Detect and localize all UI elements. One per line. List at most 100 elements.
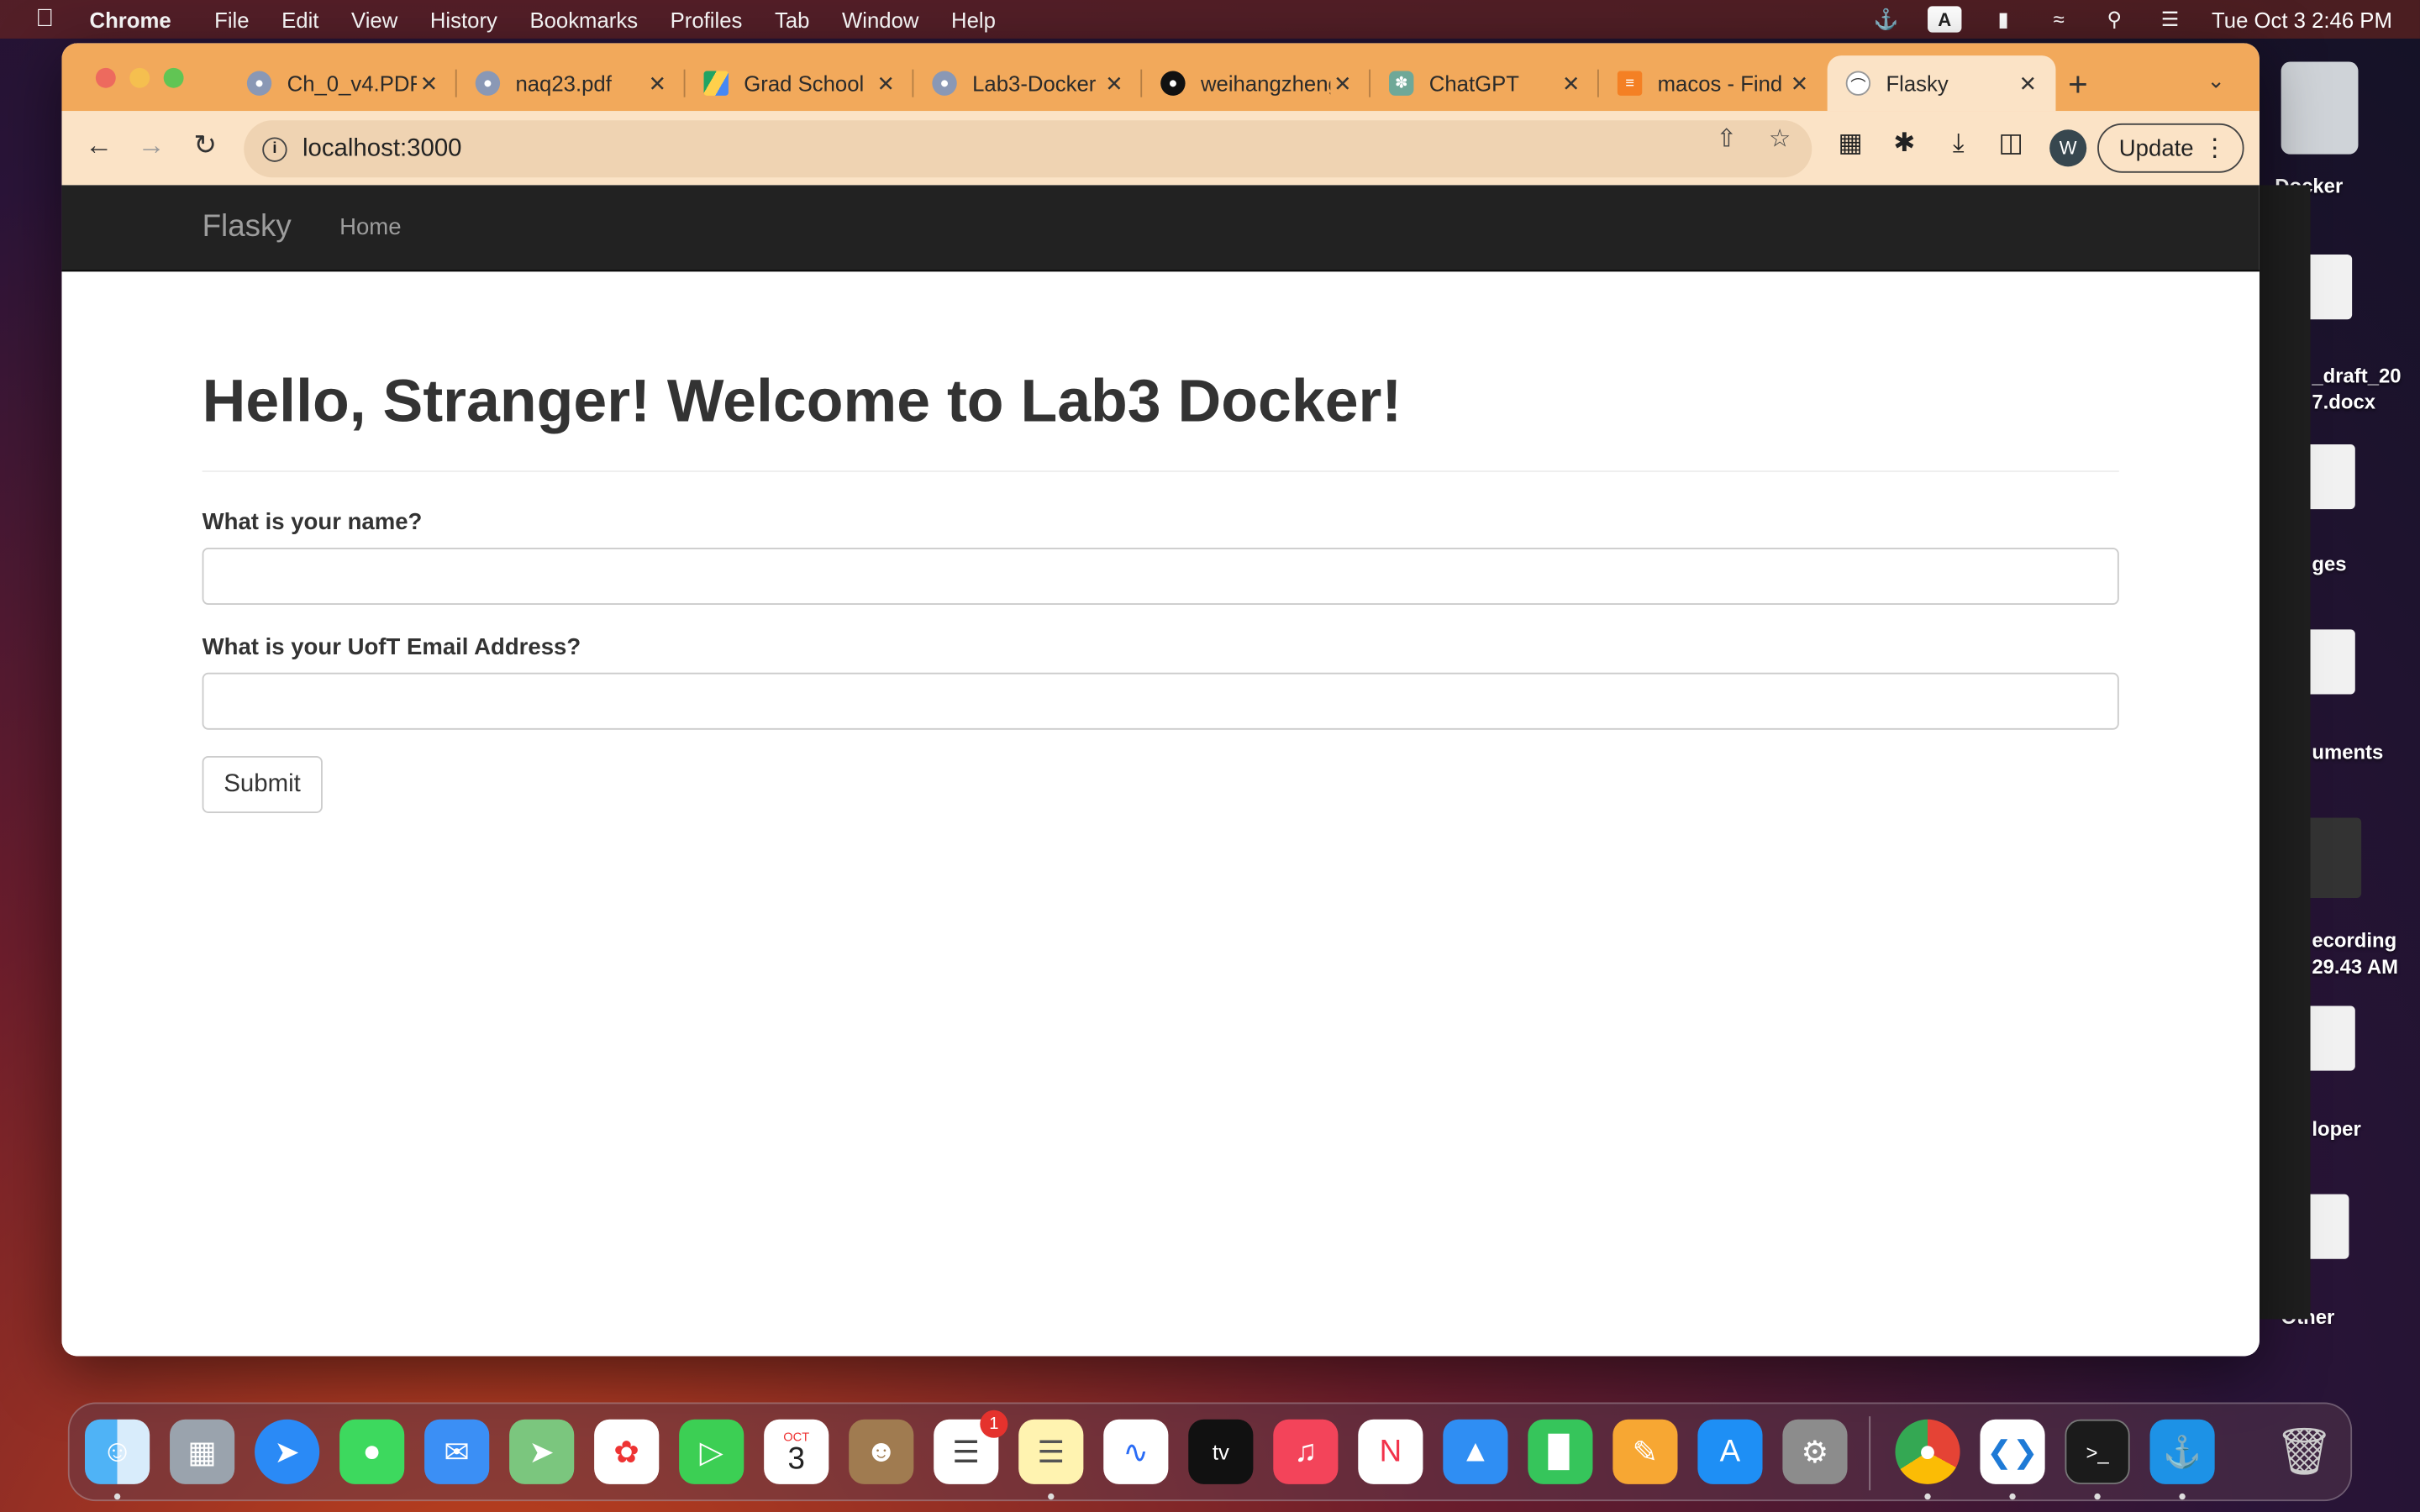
pages-icon[interactable]: ✎: [1612, 1419, 1678, 1484]
calendar-icon[interactable]: OCT 3: [764, 1419, 829, 1484]
reload-icon[interactable]: ↻: [187, 129, 224, 162]
desktop-label-developer[interactable]: loper: [2312, 1117, 2360, 1141]
close-tab-icon[interactable]: ✕: [645, 71, 670, 97]
news-icon[interactable]: N: [1358, 1419, 1423, 1484]
tab-github[interactable]: ● weihangzheng ✕: [1142, 55, 1370, 111]
site-info-icon[interactable]: i: [262, 136, 287, 161]
tab-title: Grad School: [744, 71, 865, 96]
trash-icon[interactable]: 🗑: [2272, 1420, 2337, 1484]
control-center-icon[interactable]: ☰: [2156, 7, 2184, 30]
terminal-icon[interactable]: >_: [2065, 1419, 2130, 1484]
messages-icon[interactable]: ●: [339, 1419, 405, 1484]
spotlight-search-icon[interactable]: ⚲: [2101, 7, 2128, 30]
wifi-icon[interactable]: ≈: [2045, 8, 2073, 31]
safari-icon[interactable]: ➤: [255, 1419, 320, 1484]
menu-help[interactable]: Help: [951, 7, 996, 31]
reminders-icon[interactable]: ☰ 1: [934, 1410, 1008, 1484]
app-store-icon[interactable]: A: [1697, 1419, 1763, 1484]
mail-icon[interactable]: ✉: [424, 1419, 490, 1484]
desktop-label-recording-time[interactable]: 29.43 AM: [2312, 955, 2398, 979]
close-tab-icon[interactable]: ✕: [874, 71, 898, 97]
close-tab-icon[interactable]: ✕: [2016, 71, 2040, 97]
extension-icon[interactable]: ▦: [1833, 128, 1867, 159]
desktop-label-images[interactable]: ges: [2312, 553, 2346, 576]
back-arrow-icon[interactable]: ←: [81, 129, 118, 162]
close-tab-icon[interactable]: ✕: [1559, 71, 1583, 97]
tab-search-chevron-icon[interactable]: ⌄: [2207, 68, 2225, 94]
vscode-icon[interactable]: ❮❯: [1980, 1419, 2045, 1484]
update-button[interactable]: Update ⋮: [2097, 123, 2244, 173]
desktop-label-draft[interactable]: _draft_20: [2312, 364, 2401, 387]
nav-home-link[interactable]: Home: [339, 214, 401, 240]
keynote-icon[interactable]: ▲: [1443, 1419, 1508, 1484]
input-source-icon[interactable]: A: [1928, 6, 1962, 33]
menu-tab[interactable]: Tab: [775, 7, 809, 31]
name-input[interactable]: [202, 547, 2119, 605]
desktop-documents-icon[interactable]: [2302, 629, 2355, 695]
maps-icon[interactable]: ➤: [509, 1419, 575, 1484]
tab-ch0[interactable]: ● Ch_0_v4.PDF ✕: [229, 55, 457, 111]
docker-status-icon[interactable]: ⚓: [1872, 7, 1900, 30]
url-text[interactable]: localhost:3000: [302, 135, 462, 163]
tab-chatgpt[interactable]: ✽ ChatGPT ✕: [1370, 55, 1599, 111]
bookmark-star-icon[interactable]: ☆: [1769, 123, 1791, 155]
facetime-icon[interactable]: ▷: [679, 1419, 744, 1484]
menu-window[interactable]: Window: [842, 7, 918, 31]
chrome-icon[interactable]: ●: [1895, 1419, 1960, 1484]
menu-edit[interactable]: Edit: [281, 7, 318, 31]
tab-grad-school[interactable]: Grad School ✕: [685, 55, 914, 111]
desktop-drive-icon[interactable]: [2281, 61, 2359, 155]
tab-lab3-docker[interactable]: ● Lab3-Docker ✕: [913, 55, 1143, 111]
close-tab-icon[interactable]: ✕: [1102, 71, 1126, 97]
contacts-icon[interactable]: ☻: [849, 1419, 914, 1484]
freeform-icon[interactable]: ∿: [1103, 1419, 1169, 1484]
menu-history[interactable]: History: [430, 7, 497, 31]
desktop-label-docx[interactable]: 7.docx: [2312, 391, 2375, 414]
email-input[interactable]: [202, 672, 2119, 730]
address-bar[interactable]: i localhost:3000: [244, 120, 1812, 178]
side-panel-icon[interactable]: ◫: [1994, 128, 2028, 159]
new-tab-icon[interactable]: +: [2068, 65, 2088, 105]
zoom-window-button[interactable]: [163, 67, 184, 88]
desktop-python-icon[interactable]: [2302, 1005, 2355, 1071]
menu-app-name[interactable]: Chrome: [90, 7, 171, 31]
puzzle-extensions-icon[interactable]: ✱: [1887, 128, 1921, 159]
docker-icon[interactable]: ⚓: [2149, 1419, 2215, 1484]
photos-icon[interactable]: ✿: [594, 1419, 660, 1484]
music-icon[interactable]: ♫: [1273, 1419, 1339, 1484]
menu-view[interactable]: View: [351, 7, 397, 31]
reminders-badge: 1: [980, 1410, 1008, 1438]
download-icon[interactable]: ⤓: [1942, 128, 1975, 159]
menubar-clock[interactable]: Tue Oct 3 2:46 PM: [2212, 7, 2392, 31]
apple-menu-icon[interactable]: : [0, 5, 90, 33]
forward-arrow-icon[interactable]: →: [133, 129, 170, 162]
desktop-label-recording[interactable]: ecording: [2312, 929, 2396, 953]
submit-button[interactable]: Submit: [202, 755, 323, 813]
tab-naq23[interactable]: ● naq23.pdf ✕: [457, 55, 686, 111]
close-window-button[interactable]: [95, 67, 116, 88]
launchpad-icon[interactable]: ▦: [170, 1419, 235, 1484]
close-tab-icon[interactable]: ✕: [417, 71, 441, 97]
share-icon[interactable]: ⇧: [1716, 123, 1737, 155]
navbar-brand[interactable]: Flasky: [203, 210, 292, 245]
minimize-window-button[interactable]: [129, 67, 150, 88]
system-settings-icon[interactable]: ⚙: [1782, 1419, 1848, 1484]
close-tab-icon[interactable]: ✕: [1787, 71, 1812, 97]
desktop-label-documents[interactable]: uments: [2312, 741, 2383, 764]
apple-tv-icon[interactable]: tv: [1188, 1419, 1254, 1484]
profile-avatar[interactable]: W: [2049, 129, 2087, 167]
close-tab-icon[interactable]: ✕: [1330, 71, 1355, 97]
desktop-image-icon[interactable]: [2302, 444, 2355, 510]
desktop-recording-icon[interactable]: [2302, 817, 2362, 898]
numbers-icon[interactable]: ▉: [1528, 1419, 1593, 1484]
menu-profiles[interactable]: Profiles: [671, 7, 743, 31]
tab-flasky[interactable]: ⌒ Flasky ✕: [1827, 55, 2056, 112]
finder-icon[interactable]: ☺: [85, 1419, 150, 1484]
tab-title: naq23.pdf: [515, 71, 612, 96]
notes-icon[interactable]: ☰: [1018, 1419, 1084, 1484]
more-menu-icon[interactable]: ⋮: [2202, 133, 2227, 164]
menu-file[interactable]: File: [214, 7, 249, 31]
battery-icon[interactable]: ▮: [1990, 7, 2018, 30]
menu-bookmarks[interactable]: Bookmarks: [529, 7, 638, 31]
tab-macos-find[interactable]: ≡ macos - Find ✕: [1599, 55, 1828, 111]
